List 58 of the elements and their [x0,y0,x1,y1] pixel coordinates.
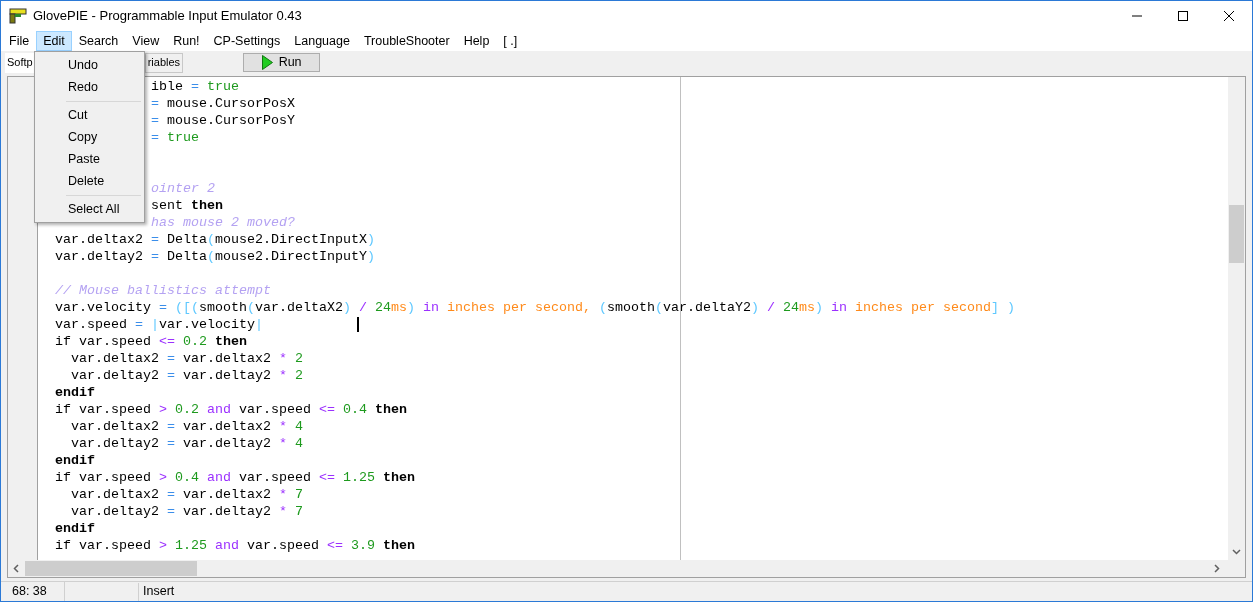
code-line: var.velocity = ([(smooth(var.deltaX2) / 24ms) in inches per second, (smooth(var.deltaY2) / 24ms) in inches per second] ) [55,299,1015,316]
scrollbar-thumb[interactable] [25,561,197,576]
menu-item[interactable]: View [125,31,167,51]
code-line: var.deltax2 = var.deltax2 * 4 [71,418,303,435]
cursor-position: 68: 38 [1,582,65,601]
code-line: sent then [151,197,223,214]
menu-item[interactable]: TroubleShooter [356,31,457,51]
menu-option[interactable]: Cut [35,104,144,126]
code-line: if var.speed > 0.2 and var.speed <= 0.4 then [55,401,407,418]
code-line: var.deltay2 = Delta(mouse2.DirectInputY) [55,248,375,265]
code-line: if var.speed > 0.4 and var.speed <= 1.25 then [55,469,415,486]
code-line: endif [55,452,95,469]
code-line: if var.speed <= 0.2 then [55,333,247,350]
code-line: has mouse 2 moved? [151,214,295,231]
code-line: = true [151,129,199,146]
code-line: = mouse.CursorPosY [151,112,295,129]
code-line: var.deltax2 = var.deltax2 * 7 [71,486,303,503]
app-icon [9,8,27,24]
menu-item[interactable]: Language [287,31,357,51]
code-line: var.deltax2 = Delta(mouse2.DirectInputX) [55,231,375,248]
menu-item[interactable]: Search [71,31,126,51]
scroll-right-icon [1214,564,1220,573]
code-line: ointer 2 [151,180,215,197]
menu-item[interactable]: Help [456,31,497,51]
menu-option[interactable]: Copy [35,126,144,148]
edit-mode: Insert [142,583,175,601]
code-line: = mouse.CursorPosX [151,95,295,112]
menu-item[interactable]: Run! [166,31,207,51]
menu-item[interactable]: CP-Settings [206,31,288,51]
code-line: var.deltay2 = var.deltay2 * 2 [71,367,303,384]
window-title: GlovePIE - Programmable Input Emulator 0.43 [33,7,302,26]
code-line: var.deltay2 = var.deltay2 * 4 [71,435,303,452]
scrollbar-thumb[interactable] [1229,205,1244,263]
menu-item[interactable]: [ .] [496,31,525,51]
menu-option[interactable]: Redo [35,76,144,98]
menu-option[interactable]: Paste [35,148,144,170]
code-editor[interactable] [38,77,1228,560]
code-line: // Mouse ballistics attempt [55,282,271,299]
menu-option[interactable]: Undo [35,54,144,76]
close-icon [1224,11,1234,21]
scroll-down-icon [1232,549,1241,555]
maximize-icon [1178,11,1188,21]
scroll-left-icon [13,564,19,573]
code-line: ible = true [151,78,239,95]
code-line: var.speed = |var.velocity| [55,316,263,333]
menu-item[interactable]: Edit [36,31,72,51]
code-line: if var.speed > 1.25 and var.speed <= 3.9 then [55,537,415,554]
play-icon [261,55,273,70]
tab[interactable]: Softp [5,52,35,73]
tab[interactable]: riables [144,52,184,73]
menu-option[interactable]: Delete [35,170,144,192]
code-line: endif [55,520,95,537]
code-line: var.deltax2 = var.deltax2 * 2 [71,350,303,367]
menu-option[interactable]: Select All [35,198,144,220]
run-button[interactable]: Run [243,53,321,72]
code-line: var.deltay2 = var.deltay2 * 7 [71,503,303,520]
menu-item[interactable]: File [2,31,37,51]
code-line: endif [55,384,95,401]
